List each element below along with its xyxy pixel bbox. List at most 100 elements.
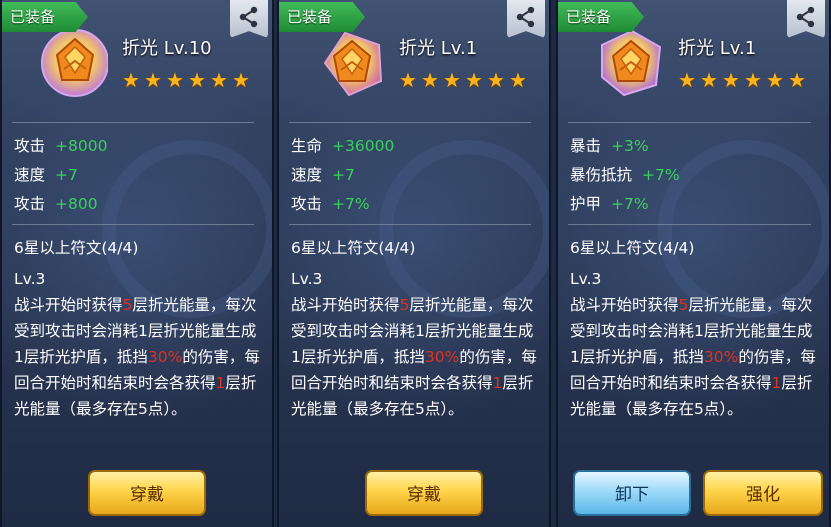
effect-level: Lv.3 bbox=[570, 270, 602, 288]
rune-name: 折光 Lv.10 bbox=[122, 38, 212, 59]
share-button[interactable] bbox=[787, 0, 825, 38]
stat-row: 攻击 +8000 bbox=[14, 132, 107, 161]
stat-row: 生命 +36000 bbox=[291, 132, 394, 161]
desc-text: 战斗开始时获得 bbox=[14, 296, 123, 314]
desc-text: 战斗开始时获得 bbox=[570, 296, 679, 314]
rune-panel-1: 已装备 折光 Lv.10 ★ ★ ★ ★ ★ ★ 攻击 +8000 速度 +7 攻击 +800 … bbox=[0, 0, 274, 527]
star-icon: ★ bbox=[443, 68, 461, 92]
desc-highlight: 5 bbox=[678, 296, 689, 314]
unequip-button[interactable]: 卸下 bbox=[573, 470, 691, 516]
star-rating: ★ ★ ★ ★ ★ ★ bbox=[678, 70, 810, 91]
divider bbox=[289, 224, 531, 225]
stat-name: 速度 bbox=[14, 166, 46, 184]
share-icon bbox=[516, 6, 535, 28]
divider bbox=[568, 122, 811, 123]
star-icon: ★ bbox=[722, 68, 740, 92]
desc-highlight: 30% bbox=[147, 348, 183, 366]
rune-panel-2: 已装备 折光 Lv.1 ★ ★ ★ ★ ★ ★ 生命 +36000 速度 +7 攻击 +7% 6… bbox=[277, 0, 551, 527]
set-title: 6星以上符文(4/4) bbox=[14, 239, 139, 257]
stat-name: 护甲 bbox=[570, 195, 602, 213]
star-icon: ★ bbox=[122, 68, 140, 92]
stat-value: +7% bbox=[332, 195, 370, 213]
stat-row: 速度 +7 bbox=[291, 161, 394, 190]
stat-list: 生命 +36000 速度 +7 攻击 +7% bbox=[291, 132, 394, 219]
stat-row: 护甲 +7% bbox=[570, 190, 680, 219]
desc-highlight: 1 bbox=[215, 374, 226, 392]
star-icon: ★ bbox=[744, 68, 762, 92]
desc-highlight: 5 bbox=[122, 296, 133, 314]
star-icon: ★ bbox=[465, 68, 483, 92]
stat-value: +800 bbox=[55, 195, 98, 213]
desc-text: 战斗开始时获得 bbox=[291, 296, 400, 314]
equipped-tag: 已装备 bbox=[558, 2, 644, 32]
set-effect-description: Lv.3 战斗开始时获得5层折光能量，每次受到攻击时会消耗1层折光能量生成1层折… bbox=[291, 266, 543, 422]
stat-name: 攻击 bbox=[14, 195, 46, 213]
divider bbox=[12, 224, 254, 225]
effect-level: Lv.3 bbox=[14, 270, 46, 288]
star-icon: ★ bbox=[144, 68, 162, 92]
refraction-rune-icon[interactable] bbox=[315, 25, 385, 99]
set-title: 6星以上符文(4/4) bbox=[570, 239, 695, 257]
star-icon: ★ bbox=[766, 68, 784, 92]
star-icon: ★ bbox=[700, 68, 718, 92]
refraction-rune-icon[interactable] bbox=[38, 25, 108, 99]
effect-level: Lv.3 bbox=[291, 270, 323, 288]
star-icon: ★ bbox=[678, 68, 696, 92]
stat-value: +7% bbox=[611, 195, 649, 213]
stat-name: 生命 bbox=[291, 137, 323, 155]
set-effect-description: Lv.3 战斗开始时获得5层折光能量，每次受到攻击时会消耗1层折光能量生成1层折… bbox=[14, 266, 266, 422]
stat-value: +8000 bbox=[55, 137, 108, 155]
star-icon: ★ bbox=[421, 68, 439, 92]
star-icon: ★ bbox=[788, 68, 806, 92]
star-icon: ★ bbox=[399, 68, 417, 92]
desc-highlight: 5 bbox=[399, 296, 410, 314]
set-title: 6星以上符文(4/4) bbox=[291, 239, 416, 257]
share-icon bbox=[796, 6, 815, 28]
stat-name: 速度 bbox=[291, 166, 323, 184]
enhance-button[interactable]: 强化 bbox=[703, 470, 823, 516]
stat-value: +7 bbox=[332, 166, 355, 184]
stat-row: 攻击 +800 bbox=[14, 190, 107, 219]
desc-highlight: 30% bbox=[424, 348, 460, 366]
equip-button[interactable]: 穿戴 bbox=[365, 470, 483, 516]
equipped-tag: 已装备 bbox=[2, 2, 88, 32]
rune-name: 折光 Lv.1 bbox=[678, 38, 757, 59]
star-icon: ★ bbox=[487, 68, 505, 92]
desc-highlight: 1 bbox=[492, 374, 503, 392]
desc-highlight: 30% bbox=[703, 348, 739, 366]
star-icon: ★ bbox=[188, 68, 206, 92]
stat-row: 暴击 +3% bbox=[570, 132, 680, 161]
equip-button[interactable]: 穿戴 bbox=[88, 470, 206, 516]
star-icon: ★ bbox=[232, 68, 250, 92]
stat-name: 攻击 bbox=[291, 195, 323, 213]
stat-value: +7 bbox=[55, 166, 78, 184]
star-icon: ★ bbox=[210, 68, 228, 92]
share-icon bbox=[239, 6, 258, 28]
desc-highlight: 1 bbox=[771, 374, 782, 392]
stat-name: 暴击 bbox=[570, 137, 602, 155]
stat-name: 攻击 bbox=[14, 137, 46, 155]
stat-value: +36000 bbox=[332, 137, 395, 155]
equipped-tag: 已装备 bbox=[279, 2, 365, 32]
stat-row: 速度 +7 bbox=[14, 161, 107, 190]
stat-row: 暴伤抵抗 +7% bbox=[570, 161, 680, 190]
stat-value: +7% bbox=[642, 166, 680, 184]
divider bbox=[289, 122, 531, 123]
stat-value: +3% bbox=[611, 137, 649, 155]
refraction-rune-icon[interactable] bbox=[594, 25, 664, 99]
stat-list: 暴击 +3% 暴伤抵抗 +7% 护甲 +7% bbox=[570, 132, 680, 219]
stat-name: 暴伤抵抗 bbox=[570, 166, 633, 184]
star-icon: ★ bbox=[509, 68, 527, 92]
divider bbox=[568, 224, 811, 225]
share-button[interactable] bbox=[507, 0, 545, 38]
star-rating: ★ ★ ★ ★ ★ ★ bbox=[122, 70, 254, 91]
stat-row: 攻击 +7% bbox=[291, 190, 394, 219]
rune-panel-3: 已装备 折光 Lv.1 ★ ★ ★ ★ ★ ★ 暴击 +3% 暴伤抵抗 +7% 护甲 +7% 6… bbox=[556, 0, 831, 527]
share-button[interactable] bbox=[230, 0, 268, 38]
star-rating: ★ ★ ★ ★ ★ ★ bbox=[399, 70, 531, 91]
rune-name: 折光 Lv.1 bbox=[399, 38, 478, 59]
divider bbox=[12, 122, 254, 123]
set-effect-description: Lv.3 战斗开始时获得5层折光能量，每次受到攻击时会消耗1层折光能量生成1层折… bbox=[570, 266, 822, 422]
star-icon: ★ bbox=[166, 68, 184, 92]
stat-list: 攻击 +8000 速度 +7 攻击 +800 bbox=[14, 132, 107, 219]
